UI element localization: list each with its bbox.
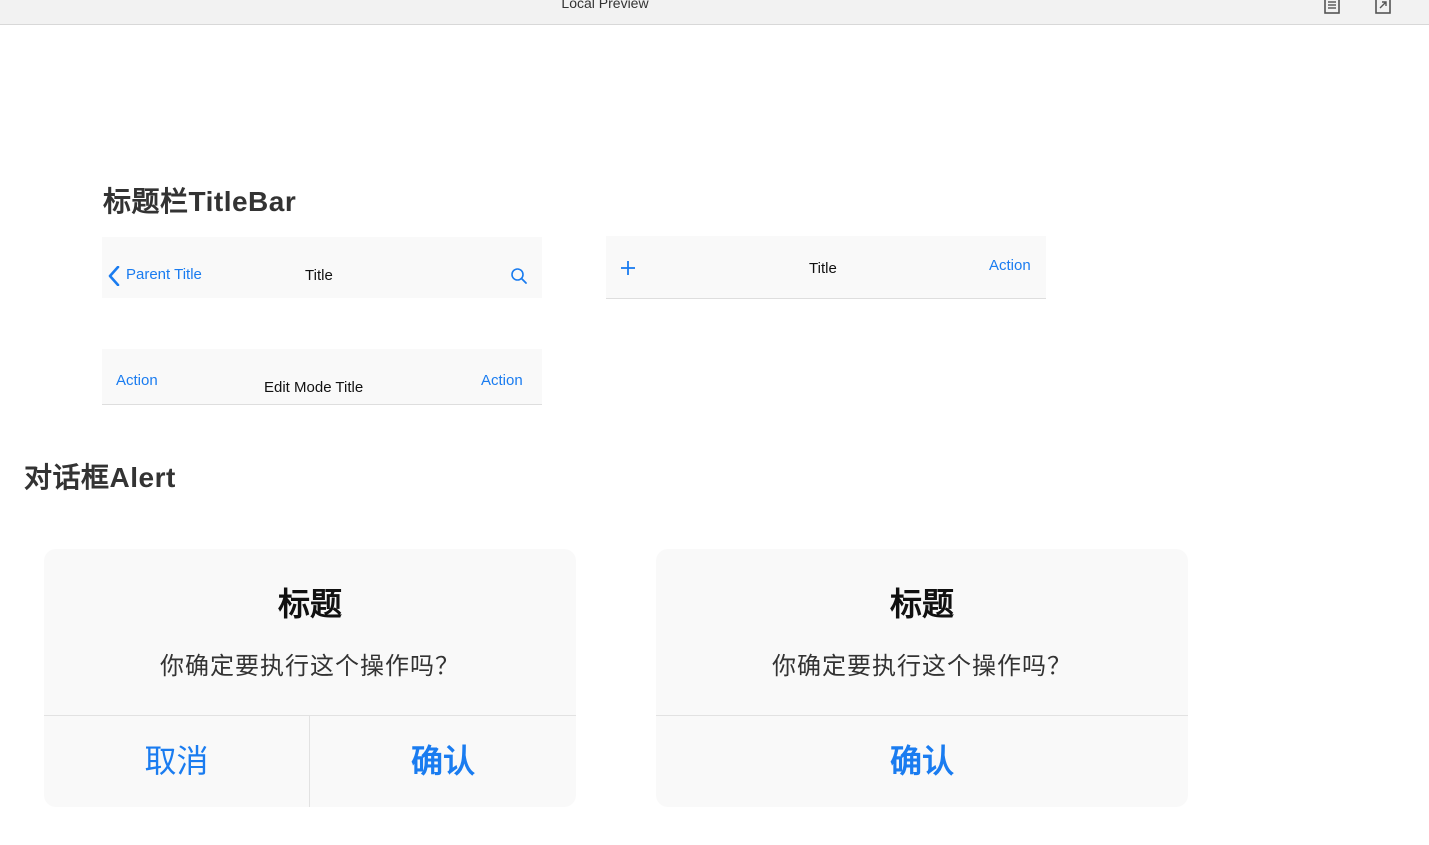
alert-section-heading: 对话框Alert [24,462,176,493]
alert-dialog-two-buttons: 标题 你确定要执行这个操作吗？ 取消 确认 [44,549,576,807]
search-icon[interactable] [510,267,528,290]
right-action-button[interactable]: Action [481,372,523,389]
chevron-left-icon[interactable] [108,265,120,291]
confirm-button[interactable]: 确认 [656,716,1188,807]
titlebar-section-heading: 标题栏TitleBar [103,186,297,217]
alert-title: 标题 [889,586,954,622]
export-icon[interactable] [1374,0,1392,14]
back-button[interactable]: Parent Title [126,266,202,283]
left-action-button[interactable]: Action [116,372,158,389]
edit-mode-title: Edit Mode Title [264,379,364,396]
alert-message: 你确定要执行这个操作吗？ [160,653,460,680]
plus-icon[interactable] [620,260,636,281]
action-button[interactable]: Action [989,257,1031,274]
titlebar-example-1: Parent Title Title [102,237,542,298]
confirm-button[interactable]: 确认 [310,716,576,807]
cancel-button[interactable]: 取消 [44,716,309,807]
window-title: Local Preview [561,0,649,11]
bar-title: Title [809,260,837,277]
titlebar-example-2: Title Action [606,236,1046,299]
alert-title: 标题 [277,586,342,622]
document-icon[interactable] [1323,0,1341,14]
alert-dialog-single-button: 标题 你确定要执行这个操作吗？ 确认 [656,549,1188,807]
window-titlebar: Local Preview [0,0,1429,25]
titlebar-example-3: Action Edit Mode Title Action [102,349,542,405]
bar-title: Title [305,267,333,284]
alert-message: 你确定要执行这个操作吗？ [772,653,1072,680]
